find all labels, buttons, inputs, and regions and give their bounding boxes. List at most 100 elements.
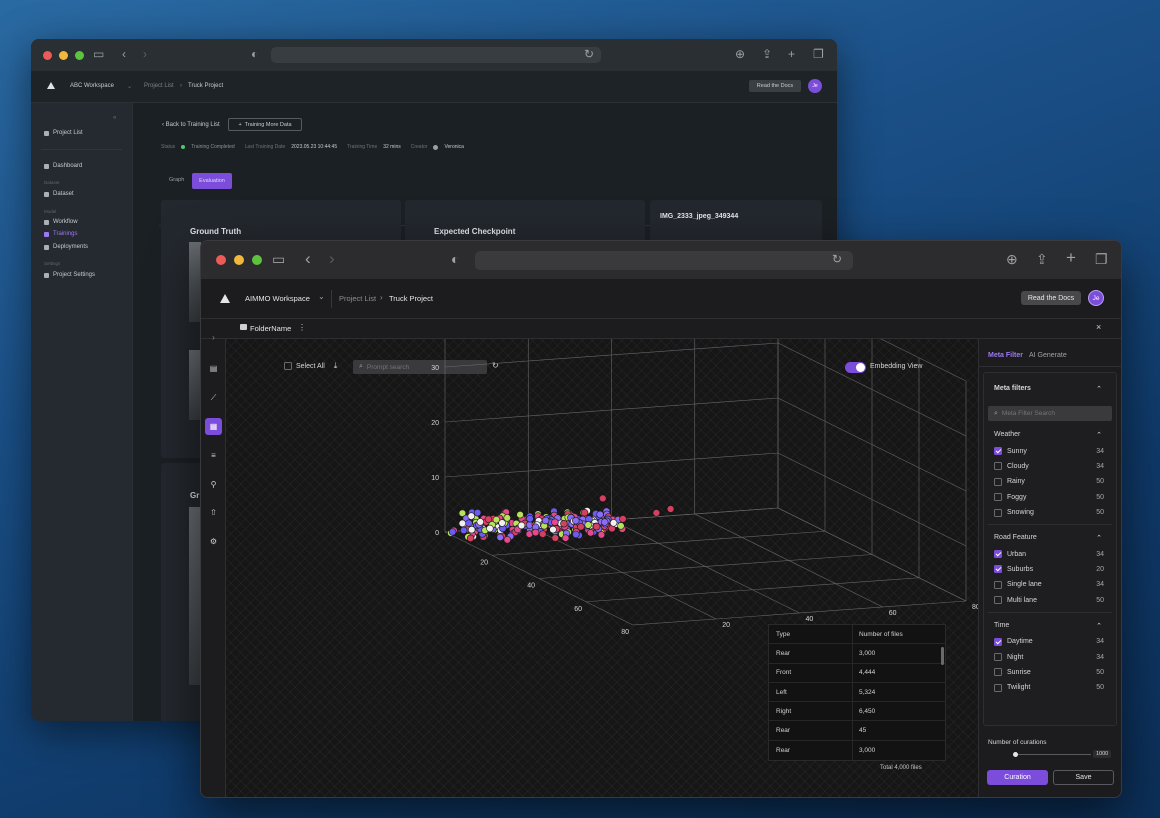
maximize-dot[interactable]: [252, 255, 262, 265]
back-arrow-icon[interactable]: ‹: [305, 249, 311, 269]
data-point[interactable]: [498, 519, 506, 527]
new-tab-icon[interactable]: +: [788, 47, 795, 61]
menu-icon[interactable]: ≡: [205, 447, 222, 464]
address-bar[interactable]: [475, 251, 853, 270]
data-point[interactable]: [572, 530, 580, 539]
data-point[interactable]: [617, 522, 625, 530]
reload-icon[interactable]: ↻: [584, 47, 594, 61]
data-point[interactable]: [466, 534, 475, 543]
data-point[interactable]: [476, 518, 485, 526]
sidebar-item-workflow[interactable]: Workflow: [44, 219, 78, 225]
sidebar-item-dashboard[interactable]: Dashboard: [44, 163, 82, 169]
tab-evaluation[interactable]: Evaluation: [192, 173, 232, 189]
filter-option[interactable]: Foggy 50: [994, 490, 1104, 504]
data-point[interactable]: [652, 509, 661, 517]
filter-checkbox[interactable]: [994, 580, 1002, 589]
filter-option[interactable]: Sunny 34: [994, 444, 1104, 458]
data-point[interactable]: [465, 519, 473, 527]
tabs-overview-icon[interactable]: ❐: [813, 47, 824, 61]
data-point[interactable]: [496, 533, 504, 542]
read-docs-button[interactable]: Read the Docs: [1021, 291, 1081, 305]
data-point[interactable]: [601, 518, 609, 526]
filter-group-header[interactable]: Time ⌃: [994, 622, 1102, 630]
sidebar-toggle-icon[interactable]: ▭: [272, 251, 285, 268]
filter-option[interactable]: Suburbs 20: [994, 562, 1104, 576]
sidebar-item-trainings[interactable]: Trainings: [44, 231, 77, 237]
chevron-up-icon[interactable]: ⌃: [1096, 622, 1102, 630]
data-point[interactable]: [473, 509, 482, 517]
data-point[interactable]: [609, 519, 618, 527]
filter-option[interactable]: Urban 34: [994, 547, 1104, 561]
data-point[interactable]: [503, 514, 511, 522]
forward-arrow-icon[interactable]: ›: [329, 249, 335, 269]
train-more-button[interactable]: + Training More Data: [228, 118, 302, 131]
more-options-icon[interactable]: ⋮: [298, 323, 306, 332]
reload-icon[interactable]: ↻: [832, 252, 842, 266]
save-button[interactable]: Save: [1053, 770, 1114, 785]
filter-checkbox[interactable]: [994, 447, 1002, 455]
data-point[interactable]: [539, 530, 547, 538]
data-point[interactable]: [577, 523, 585, 531]
sidebar-toggle-icon[interactable]: ▭: [93, 47, 104, 61]
meta-filter-search-box[interactable]: ⌕: [988, 406, 1112, 421]
breadcrumb-parent[interactable]: Project List: [144, 83, 174, 89]
download-icon[interactable]: ⊕: [1006, 251, 1018, 268]
breadcrumb-parent[interactable]: Project List: [339, 294, 376, 303]
data-point[interactable]: [503, 536, 511, 544]
filter-checkbox[interactable]: [994, 668, 1002, 677]
data-point[interactable]: [486, 524, 494, 533]
run-icon[interactable]: ⚲: [205, 476, 222, 493]
new-tab-icon[interactable]: +: [1066, 248, 1076, 268]
filter-option[interactable]: Multi lane 50: [994, 593, 1104, 607]
filter-group-header[interactable]: Road Feature ⌃: [994, 534, 1102, 542]
chevron-up-icon[interactable]: ⌃: [1096, 431, 1102, 439]
filter-checkbox[interactable]: [994, 683, 1002, 692]
expand-icon[interactable]: ›: [205, 330, 222, 345]
chart-icon[interactable]: ⟋: [205, 389, 222, 406]
filter-option[interactable]: Rainy 50: [994, 475, 1104, 489]
tab-graph[interactable]: Graph: [169, 177, 184, 183]
data-point[interactable]: [580, 509, 589, 517]
avatar[interactable]: Je: [808, 79, 822, 93]
data-point[interactable]: [448, 528, 457, 536]
workspace-name[interactable]: AIMMO Workspace: [245, 294, 310, 303]
data-point[interactable]: [467, 512, 476, 520]
minimize-dot[interactable]: [234, 255, 244, 265]
filter-checkbox[interactable]: [994, 508, 1002, 517]
read-docs-button[interactable]: Read the Docs: [749, 80, 801, 92]
data-point[interactable]: [596, 510, 604, 519]
data-point[interactable]: [468, 526, 476, 534]
filter-checkbox[interactable]: [994, 493, 1002, 502]
tab-meta-filter[interactable]: Meta Filter: [988, 352, 1023, 359]
data-point[interactable]: [516, 511, 524, 519]
embedding-canvas[interactable]: Select All ⤓ ⌕ ↻ Embedding View 40302010…: [226, 339, 978, 797]
filter-checkbox[interactable]: [994, 565, 1002, 574]
filter-option[interactable]: Twilight 50: [994, 681, 1104, 695]
curation-button[interactable]: Curation: [987, 770, 1048, 785]
minimize-dot[interactable]: [59, 50, 68, 60]
data-points[interactable]: [447, 494, 675, 544]
filter-checkbox[interactable]: [994, 653, 1002, 661]
chevron-up-icon[interactable]: ⌃: [1096, 534, 1102, 542]
data-point[interactable]: [560, 520, 568, 528]
sidebar-item-dataset[interactable]: Dataset: [44, 191, 74, 197]
filter-checkbox[interactable]: [994, 637, 1002, 646]
data-point[interactable]: [526, 515, 534, 523]
sidebar-item-project-settings[interactable]: Project Settings: [44, 272, 95, 278]
tabs-overview-icon[interactable]: ❐: [1095, 251, 1108, 268]
table-row[interactable]: Rear 3,000: [769, 740, 945, 761]
filter-option[interactable]: Night 34: [994, 650, 1104, 664]
collapse-icon[interactable]: «: [113, 115, 116, 121]
back-arrow-icon[interactable]: ‹: [122, 47, 126, 61]
data-point[interactable]: [549, 525, 557, 534]
list-icon[interactable]: ▤: [205, 360, 222, 377]
chevron-down-icon[interactable]: ⌄: [318, 292, 325, 301]
download-icon[interactable]: ⊕: [735, 47, 745, 61]
data-point[interactable]: [460, 526, 468, 535]
filter-option[interactable]: Sunrise 50: [994, 665, 1104, 679]
chevron-down-icon[interactable]: ⌄: [127, 83, 132, 90]
close-dot[interactable]: [43, 50, 52, 60]
table-row[interactable]: Right 6,450: [769, 702, 945, 722]
data-point[interactable]: [572, 517, 580, 525]
table-row[interactable]: Rear 3,000: [769, 644, 945, 664]
